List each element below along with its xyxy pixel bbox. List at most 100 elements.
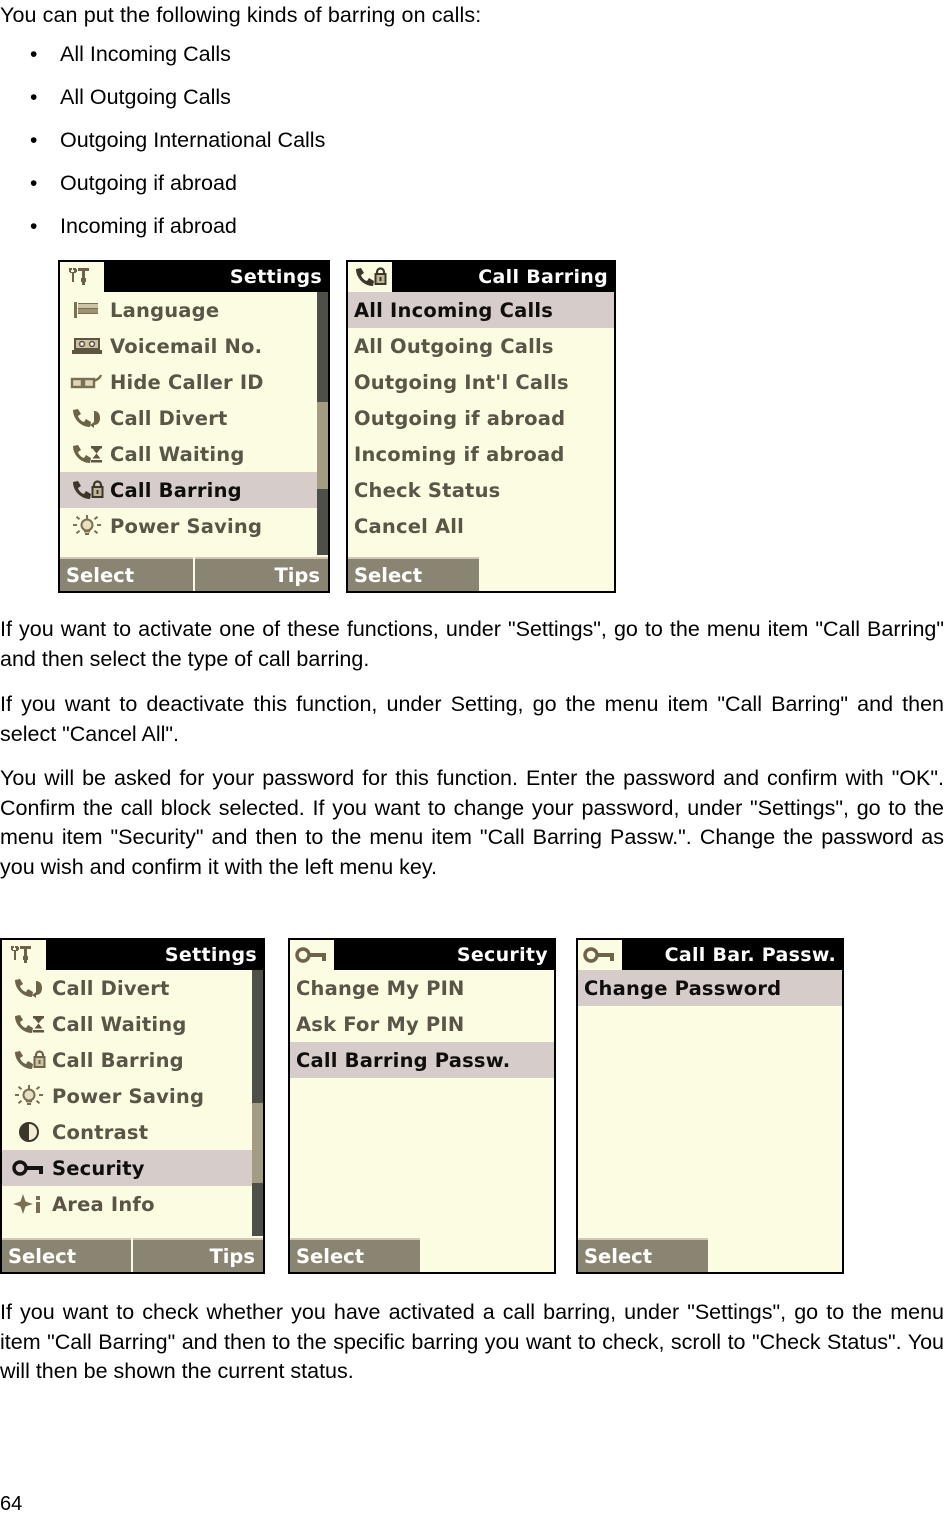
page-number: 64 xyxy=(0,1493,23,1515)
menu-item-call-divert[interactable]: Call Divert xyxy=(2,970,263,1006)
menu-list: Language Voicemail No. Hide Caller ID Ca… xyxy=(60,292,328,544)
menu-item-call-divert[interactable]: Call Divert xyxy=(60,400,328,436)
phone-hourglass-icon xyxy=(64,443,110,465)
softkey-left[interactable]: Select xyxy=(348,557,479,591)
screen-title: Settings xyxy=(229,266,322,288)
softkey-bar: Select Tips xyxy=(2,1236,263,1272)
menu-item-all-incoming-calls[interactable]: All Incoming Calls xyxy=(348,292,614,328)
flag-icon xyxy=(64,299,110,321)
menu-item-label: All Outgoing Calls xyxy=(354,334,554,358)
menu-item-label: Contrast xyxy=(52,1120,149,1144)
menu-item-label: Check Status xyxy=(354,478,501,502)
menu-item-area-info[interactable]: Area Info xyxy=(2,1186,263,1222)
list-item: All Incoming Calls xyxy=(0,33,600,76)
paragraph-deactivate: If you want to deactivate this function,… xyxy=(0,692,944,746)
menu-item-label: Outgoing if abroad xyxy=(354,406,566,430)
phone-screen-security: Security Change My PIN Ask For My PIN Ca… xyxy=(288,938,556,1274)
menu-item-label: Ask For My PIN xyxy=(296,1012,465,1036)
menu-list: Change My PIN Ask For My PIN Call Barrin… xyxy=(290,970,554,1078)
menu-item-label: Change Password xyxy=(584,976,782,1000)
menu-item-label: Security xyxy=(52,1156,145,1180)
menu-item-check-status[interactable]: Check Status xyxy=(348,472,614,508)
screen-title: Security xyxy=(456,944,548,966)
softkey-bar: Select xyxy=(290,1236,554,1272)
glasses-icon xyxy=(64,372,110,392)
scrollbar-thumb[interactable] xyxy=(252,1103,263,1183)
area-info-icon xyxy=(6,1192,52,1216)
lightbulb-icon xyxy=(6,1084,52,1108)
scrollbar[interactable] xyxy=(252,970,263,1236)
paragraph-check-status: If you want to check whether you have ac… xyxy=(0,1300,944,1383)
screen-title: Call Barring xyxy=(478,266,608,288)
phone-divert-icon xyxy=(64,407,110,429)
menu-item-call-waiting[interactable]: Call Waiting xyxy=(60,436,328,472)
menu-item-call-waiting[interactable]: Call Waiting xyxy=(2,1006,263,1042)
softkey-bar: Select xyxy=(348,555,614,591)
list-item: Outgoing if abroad xyxy=(0,162,600,205)
key-icon xyxy=(290,940,334,970)
list-item: Incoming if abroad xyxy=(0,205,600,248)
screen-title: Call Bar. Passw. xyxy=(664,944,836,966)
paragraph-activate: If you want to activate one of these fun… xyxy=(0,617,944,671)
menu-item-label: Power Saving xyxy=(110,514,263,538)
menu-list: Change Password xyxy=(578,970,842,1006)
phone-lock-icon xyxy=(6,1049,52,1071)
phone-screen-settings: Settings Language Voicemail No. Hide Cal… xyxy=(58,260,330,593)
menu-item-contrast[interactable]: Contrast xyxy=(2,1114,263,1150)
phone-screen-call-barring: Call Barring All Incoming Calls All Outg… xyxy=(346,260,616,593)
menu-item-language[interactable]: Language xyxy=(60,292,328,328)
menu-item-call-barring[interactable]: Call Barring xyxy=(2,1042,263,1078)
softkey-left[interactable]: Select xyxy=(290,1238,420,1272)
softkey-bar: Select xyxy=(578,1236,842,1272)
menu-item-call-barring-passw[interactable]: Call Barring Passw. xyxy=(290,1042,554,1078)
menu-item-label: Outgoing Int'l Calls xyxy=(354,370,569,394)
paragraph-password: You will be asked for your password for … xyxy=(0,766,944,879)
scrollbar[interactable] xyxy=(317,292,328,555)
menu-item-hide-caller-id[interactable]: Hide Caller ID xyxy=(60,364,328,400)
titlebar: Settings xyxy=(60,262,328,292)
scrollbar-thumb[interactable] xyxy=(317,402,328,490)
menu-item-ask-for-my-pin[interactable]: Ask For My PIN xyxy=(290,1006,554,1042)
menu-item-label: Incoming if abroad xyxy=(354,442,565,466)
menu-item-voicemail-no[interactable]: Voicemail No. xyxy=(60,328,328,364)
menu-item-label: Call Barring xyxy=(52,1048,184,1072)
menu-item-call-barring[interactable]: Call Barring xyxy=(60,472,328,508)
menu-item-security[interactable]: Security xyxy=(2,1150,263,1186)
softkey-right[interactable]: Tips xyxy=(195,557,328,591)
menu-item-cancel-all[interactable]: Cancel All xyxy=(348,508,614,544)
menu-item-change-password[interactable]: Change Password xyxy=(578,970,842,1006)
softkey-right[interactable]: Tips xyxy=(133,1238,263,1272)
menu-item-power-saving[interactable]: Power Saving xyxy=(60,508,328,544)
softkey-left[interactable]: Select xyxy=(578,1238,708,1272)
menu-item-label: Call Waiting xyxy=(110,442,245,466)
phone-divert-icon xyxy=(6,977,52,999)
menu-item-outgoing-if-abroad[interactable]: Outgoing if abroad xyxy=(348,400,614,436)
tools-icon xyxy=(60,262,104,292)
phone-lock-icon xyxy=(64,479,110,501)
menu-item-label: All Incoming Calls xyxy=(354,298,554,322)
menu-item-label: Language xyxy=(110,298,220,322)
tools-icon xyxy=(2,940,46,970)
titlebar: Call Barring xyxy=(348,262,614,292)
menu-item-incoming-if-abroad[interactable]: Incoming if abroad xyxy=(348,436,614,472)
titlebar: Security xyxy=(290,940,554,970)
list-item: All Outgoing Calls xyxy=(0,76,600,119)
menu-item-label: Call Barring Passw. xyxy=(296,1048,511,1072)
menu-item-change-my-pin[interactable]: Change My PIN xyxy=(290,970,554,1006)
menu-item-label: Cancel All xyxy=(354,514,465,538)
menu-item-all-outgoing-calls[interactable]: All Outgoing Calls xyxy=(348,328,614,364)
titlebar: Settings xyxy=(2,940,263,970)
menu-item-label: Power Saving xyxy=(52,1084,205,1108)
softkey-left[interactable]: Select xyxy=(2,1238,131,1272)
menu-item-label: Call Divert xyxy=(110,406,228,430)
key-icon xyxy=(6,1158,52,1178)
list-item: Outgoing International Calls xyxy=(0,119,600,162)
menu-item-outgoing-intl-calls[interactable]: Outgoing Int'l Calls xyxy=(348,364,614,400)
phone-hourglass-icon xyxy=(6,1013,52,1035)
key-icon xyxy=(578,940,622,970)
phone-lock-icon xyxy=(348,262,392,292)
softkey-left[interactable]: Select xyxy=(60,557,193,591)
menu-item-label: Voicemail No. xyxy=(110,334,263,358)
menu-item-power-saving[interactable]: Power Saving xyxy=(2,1078,263,1114)
intro-text: You can put the following kinds of barri… xyxy=(0,3,482,27)
